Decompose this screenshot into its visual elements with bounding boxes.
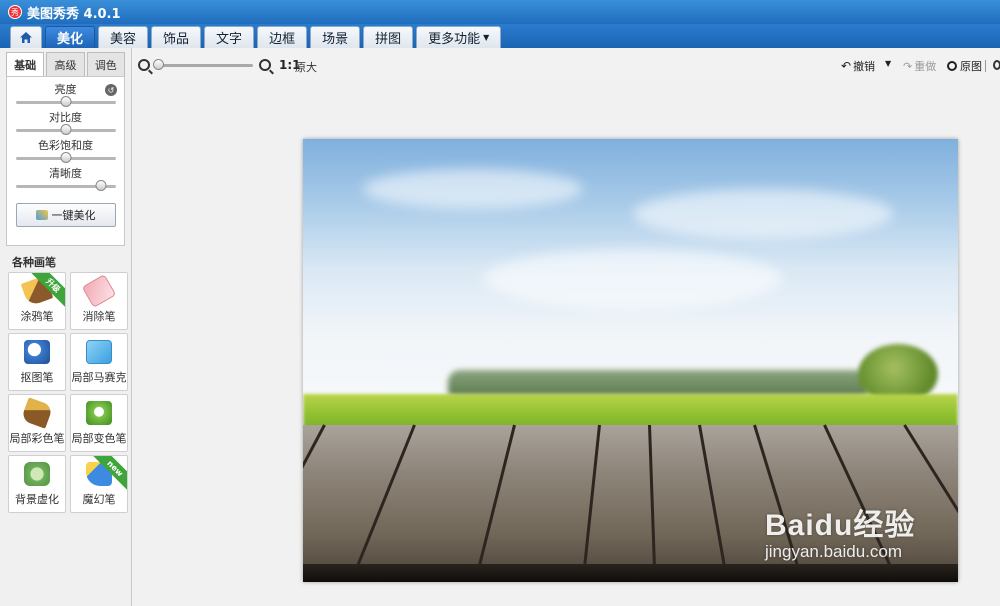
photo-treeline [448,370,868,396]
tool-label: 局部变色笔 [71,431,127,445]
photo-grass [303,394,958,429]
saturation-label: 色彩饱和度 [38,139,93,152]
brush-tools-grid: 涂鸦笔 升级 消除笔 抠图笔 局部马赛克 局部彩色笔 局部变色笔 背景虚化 魔幻… [0,272,131,513]
tool-label: 涂鸦笔 [20,309,54,323]
saturation-slider-group: 色彩饱和度 [13,139,118,167]
brightness-slider[interactable] [15,96,116,107]
home-icon [20,32,32,43]
tab-beauty[interactable]: 美容 [98,26,149,48]
background-blur-icon [24,461,50,486]
more-features-label: 更多功能 [428,32,481,47]
saturation-slider-knob[interactable] [60,152,71,163]
tab-collage[interactable]: 拼图 [363,26,414,48]
subtab-advanced[interactable]: 高级 [46,52,85,76]
title-bar: 秀 美图秀秀 4.0.1 [0,0,1000,24]
brightness-slider-knob[interactable] [60,96,71,107]
photo-cloud [483,249,783,309]
color-change-icon [86,400,112,425]
one-key-beautify-label: 一键美化 [51,209,96,222]
tool-label: 局部马赛克 [71,370,127,384]
subtab-color[interactable]: 调色 [86,52,125,76]
basic-adjust-panel: ↺ 亮度 对比度 色彩饱和度 清晰度 一键美化 [6,76,125,246]
contrast-slider-group: 对比度 [13,111,118,139]
adjust-subtabs: 基础 高级 调色 [0,48,131,76]
undo-icon: ↶ [841,59,852,73]
tool-label: 魔幻笔 [82,492,116,506]
redo-icon: ↷ [903,59,913,73]
original-image-button[interactable]: 原图 [947,58,982,74]
magic-wand-icon [35,210,48,220]
reset-icon[interactable]: ↺ [105,84,117,96]
watermark-url: jingyan.baidu.com [765,542,903,561]
home-tab[interactable] [10,26,42,48]
canvas-toolbar: 1:1 原大 ↶ 撤销 ▼ ↷ 重做 原图 [133,48,1000,82]
original-size-button[interactable]: 原大 [295,59,317,75]
cutout-pen-icon [24,339,50,364]
sharpness-label: 清晰度 [49,167,82,180]
tab-beautify[interactable]: 美化 [45,26,96,48]
sharpness-slider[interactable] [15,180,116,191]
one-key-beautify-button[interactable]: 一键美化 [15,203,116,227]
tool-label: 背景虚化 [15,492,59,506]
left-panel: 基础 高级 调色 ↺ 亮度 对比度 色彩饱和度 清晰度 一键美化 各种画笔 涂鸦 [0,48,132,606]
tool-label: 消除笔 [82,309,116,323]
redo-button[interactable]: ↷ 重做 [903,58,936,74]
chevron-down-icon: ▼ [483,33,490,42]
redo-label: 重做 [914,60,937,73]
tool-local-color-brush[interactable]: 局部彩色笔 [8,394,66,452]
brightness-slider-group: 亮度 [13,83,118,111]
tool-doodle-brush[interactable]: 涂鸦笔 升级 [8,272,66,330]
baidu-watermark: Baidu经验 jingyan.baidu.com [765,500,915,562]
tool-background-blur[interactable]: 背景虚化 [8,455,66,513]
app-logo-icon: 秀 [8,5,22,19]
zoom-slider-knob[interactable] [153,59,164,70]
tab-more-features[interactable]: 更多功能 ▼ [416,26,502,48]
tool-local-mosaic[interactable]: 局部马赛克 [70,333,128,391]
zoom-in-icon[interactable] [259,59,271,71]
sharpness-slider-knob[interactable] [95,180,106,191]
undo-label: 撤销 [853,60,876,73]
undo-history-dropdown-icon[interactable]: ▼ [885,59,891,68]
tab-scene[interactable]: 场景 [310,26,361,48]
app-title: 美图秀秀 4.0.1 [27,6,121,22]
compare-original-icon [947,61,957,71]
tool-cutout-pen[interactable]: 抠图笔 [8,333,66,391]
photo-deck-edge [303,564,958,582]
tab-accessories[interactable]: 饰品 [151,26,202,48]
brushes-section-title: 各种画笔 [12,256,56,269]
brightness-label: 亮度 [54,83,77,96]
zoom-out-icon[interactable] [138,59,150,71]
undo-button[interactable]: ↶ 撤销 [841,58,875,74]
tool-magic-pen[interactable]: 魔幻笔 new [70,455,128,513]
photo-cloud [363,169,583,209]
mosaic-icon [86,339,112,364]
sharpness-slider-group: 清晰度 [13,167,118,195]
original-image-label: 原图 [960,60,982,73]
tool-label: 抠图笔 [20,370,54,384]
contrast-slider[interactable] [15,124,116,135]
more-options-icon[interactable] [993,60,1000,70]
color-brush-icon [20,396,54,429]
tool-local-color-change[interactable]: 局部变色笔 [70,394,128,452]
main-tab-bar: 美化 美容 饰品 文字 边框 场景 拼图 更多功能 ▼ [0,24,1000,48]
saturation-slider[interactable] [15,152,116,163]
contrast-slider-knob[interactable] [60,124,71,135]
watermark-logo: Baidu经验 [765,509,916,542]
subtab-basic[interactable]: 基础 [6,52,45,76]
tab-frame[interactable]: 边框 [257,26,308,48]
zoom-slider[interactable] [155,64,253,67]
photo-cloud [633,189,893,239]
tool-eraser[interactable]: 消除笔 [70,272,128,330]
toolbar-divider [985,60,986,72]
contrast-label: 对比度 [49,111,82,124]
tool-label: 局部彩色笔 [9,431,65,445]
eraser-icon [81,273,117,308]
tab-text[interactable]: 文字 [204,26,255,48]
